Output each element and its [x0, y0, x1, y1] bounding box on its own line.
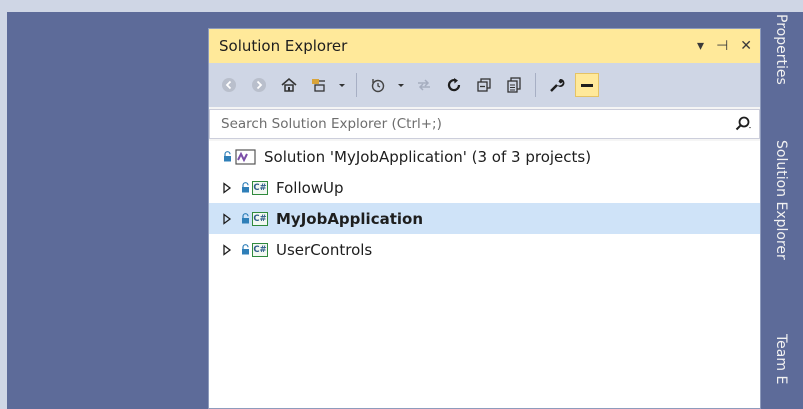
- project-node-myjobapplication[interactable]: C# MyJobApplication: [209, 203, 760, 234]
- forward-button[interactable]: [247, 73, 271, 97]
- lock-icon: [242, 213, 249, 224]
- properties-button[interactable]: [545, 73, 569, 97]
- csharp-project-icon: C#: [252, 242, 268, 257]
- project-label: MyJobApplication: [276, 209, 424, 228]
- dropdown-arrow-icon: [339, 84, 345, 87]
- project-node-usercontrols[interactable]: C# UserControls: [209, 234, 760, 265]
- expand-arrow-icon[interactable]: [221, 212, 233, 225]
- close-icon[interactable]: ✕: [740, 38, 752, 54]
- panel-toolbar: [209, 63, 760, 107]
- switch-views-button[interactable]: [307, 73, 331, 97]
- switch-views-icon: [312, 79, 325, 92]
- side-tab-strip: Properties Solution Explorer Team E: [761, 12, 803, 409]
- side-tab-team-explorer[interactable]: Team E: [773, 334, 789, 384]
- search-icon[interactable]: [733, 114, 753, 134]
- forward-icon: [252, 78, 266, 92]
- window-position-dropdown-icon[interactable]: ▾: [697, 38, 704, 54]
- pending-changes-filter-button[interactable]: [366, 73, 390, 97]
- refresh-icon: [447, 78, 461, 92]
- csharp-project-icon: C#: [252, 211, 268, 226]
- home-icon: [281, 77, 297, 92]
- collapse-all-icon: [477, 78, 491, 92]
- solution-explorer-panel: Solution Explorer ▾ ⊣ ✕ Search Solution …: [208, 28, 761, 409]
- project-node-followup[interactable]: C# FollowUp: [209, 172, 760, 203]
- solution-node[interactable]: Solution 'MyJobApplication' (3 of 3 proj…: [209, 141, 760, 172]
- sync-icon: [418, 79, 430, 91]
- collapse-all-button[interactable]: [472, 73, 496, 97]
- window-top-strip: [0, 0, 803, 12]
- properties-icon: [550, 78, 565, 92]
- toolbar-separator: [535, 73, 536, 97]
- lock-icon: [224, 151, 231, 162]
- toolbar-separator: [356, 73, 357, 97]
- search-box[interactable]: [209, 109, 760, 139]
- expand-arrow-icon[interactable]: [221, 243, 233, 256]
- panel-title: Solution Explorer: [219, 37, 348, 55]
- sync-with-active-document-button[interactable]: [412, 73, 436, 97]
- window-left-edge: [0, 12, 7, 409]
- side-tab-properties[interactable]: Properties: [773, 14, 789, 85]
- project-label: FollowUp: [276, 178, 344, 197]
- preview-icon: [581, 84, 593, 87]
- side-tab-solution-explorer[interactable]: Solution Explorer: [773, 140, 789, 260]
- pending-changes-icon: [371, 79, 385, 93]
- refresh-button[interactable]: [442, 73, 466, 97]
- switch-views-dropdown[interactable]: [337, 73, 347, 97]
- show-all-files-icon: [507, 77, 521, 93]
- dropdown-arrow-icon: [398, 84, 404, 87]
- preview-selected-items-button[interactable]: [575, 73, 599, 97]
- lock-icon: [242, 244, 249, 255]
- back-button[interactable]: [217, 73, 241, 97]
- expand-arrow-icon[interactable]: [221, 181, 233, 194]
- auto-hide-pin-icon[interactable]: ⊣: [716, 38, 728, 54]
- solution-label: Solution 'MyJobApplication' (3 of 3 proj…: [264, 147, 592, 166]
- solution-tree: Solution 'MyJobApplication' (3 of 3 proj…: [209, 141, 760, 408]
- project-label: UserControls: [276, 240, 373, 259]
- home-button[interactable]: [277, 73, 301, 97]
- back-icon: [222, 78, 236, 92]
- solution-icon: [235, 148, 256, 165]
- lock-icon: [242, 182, 249, 193]
- search-input[interactable]: [219, 115, 733, 133]
- show-all-files-button[interactable]: [502, 73, 526, 97]
- panel-titlebar[interactable]: Solution Explorer ▾ ⊣ ✕: [209, 29, 760, 63]
- pending-changes-dropdown[interactable]: [396, 73, 406, 97]
- csharp-project-icon: C#: [252, 180, 268, 195]
